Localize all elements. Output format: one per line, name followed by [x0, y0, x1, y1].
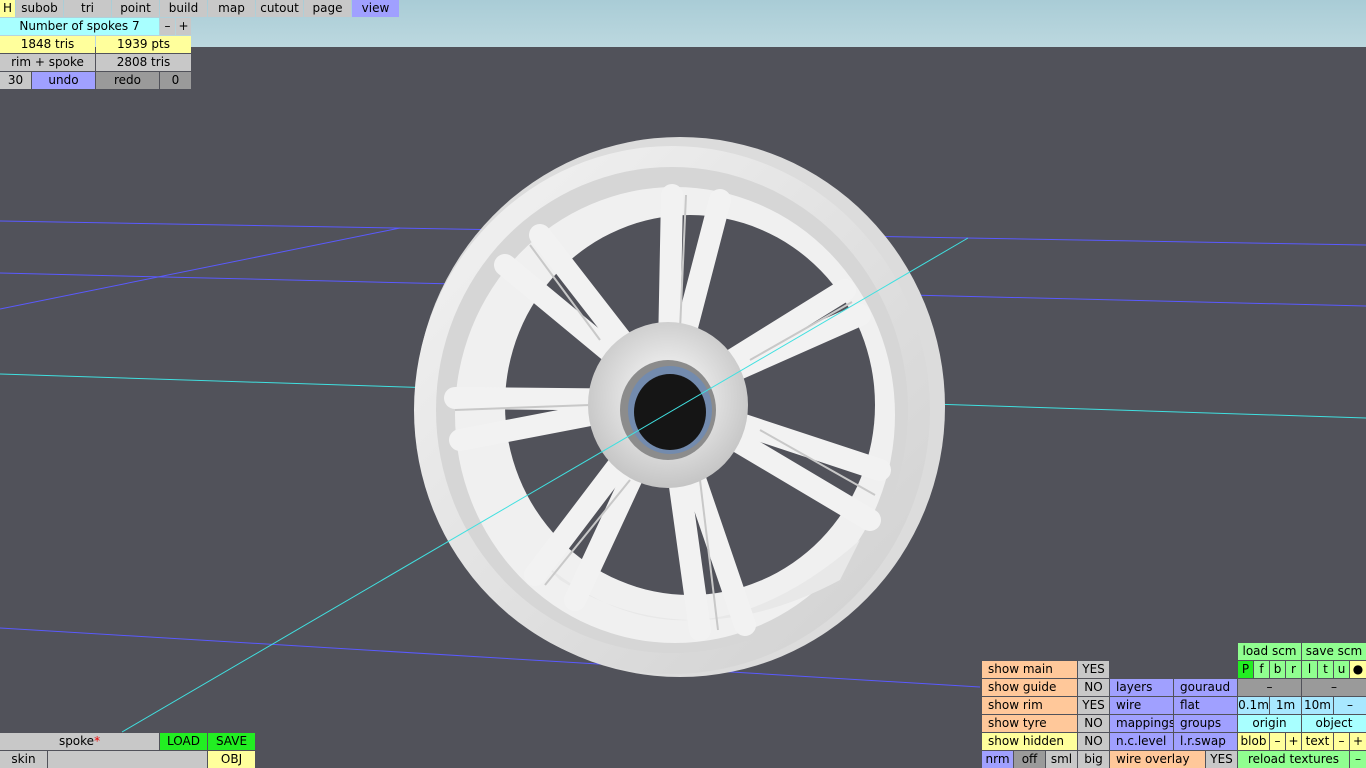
mappings-button[interactable]: mappings	[1110, 715, 1173, 732]
wire-button[interactable]: wire	[1110, 697, 1173, 714]
skin-field[interactable]	[48, 751, 207, 768]
wire-overlay-label[interactable]: wire overlay	[1110, 751, 1205, 768]
text-label: text	[1302, 733, 1333, 750]
save-scm-button[interactable]: save scm	[1302, 643, 1366, 660]
view-right-button[interactable]: r	[1286, 661, 1301, 678]
show-rim-value[interactable]: YES	[1078, 697, 1109, 714]
menu-point[interactable]: point	[112, 0, 159, 17]
load-scm-button[interactable]: load scm	[1238, 643, 1301, 660]
rim-spoke-label: rim + spoke	[0, 54, 95, 71]
blob-decrease-button[interactable]: –	[1270, 733, 1285, 750]
blob-label: blob	[1238, 733, 1269, 750]
object-name: spoke	[58, 734, 95, 748]
object-button[interactable]: object	[1302, 715, 1366, 732]
show-guide-value[interactable]: NO	[1078, 679, 1109, 696]
show-tyre-value[interactable]: NO	[1078, 715, 1109, 732]
blob-increase-button[interactable]: +	[1286, 733, 1301, 750]
menu-help[interactable]: H	[0, 0, 15, 17]
menu-tri[interactable]: tri	[64, 0, 111, 17]
grid-line	[0, 627, 981, 688]
size-big-button[interactable]: big	[1078, 751, 1109, 768]
menu-map[interactable]: map	[208, 0, 255, 17]
layers-button[interactable]: layers	[1110, 679, 1173, 696]
show-hidden-value[interactable]: NO	[1078, 733, 1109, 750]
grid-1m-button[interactable]: 1m	[1270, 697, 1301, 714]
show-main-label[interactable]: show main	[982, 661, 1077, 678]
dash-button-right[interactable]: –	[1302, 679, 1366, 696]
view-top-button[interactable]: t	[1318, 661, 1333, 678]
spokes-increase-button[interactable]: +	[176, 18, 191, 35]
menu-page[interactable]: page	[304, 0, 351, 17]
show-hidden-label[interactable]: show hidden	[982, 733, 1077, 750]
show-tyre-label[interactable]: show tyre	[982, 715, 1077, 732]
view-front-button[interactable]: f	[1254, 661, 1269, 678]
skin-button[interactable]: skin	[0, 751, 47, 768]
gouraud-button[interactable]: gouraud	[1174, 679, 1237, 696]
show-main-value[interactable]: YES	[1078, 661, 1109, 678]
obj-button[interactable]: OBJ	[208, 751, 255, 768]
undo-button[interactable]: undo	[32, 72, 95, 89]
menu-subob[interactable]: subob	[16, 0, 63, 17]
groups-button[interactable]: groups	[1174, 715, 1237, 732]
lr-swap-button[interactable]: l.r.swap	[1174, 733, 1237, 750]
menu-cutout[interactable]: cutout	[256, 0, 303, 17]
save-button[interactable]: SAVE	[208, 733, 255, 750]
view-perspective-button[interactable]: P	[1238, 661, 1253, 678]
show-guide-label[interactable]: show guide	[982, 679, 1077, 696]
spokes-decrease-button[interactable]: –	[160, 18, 175, 35]
flat-button[interactable]: flat	[1174, 697, 1237, 714]
view-left-button[interactable]: l	[1302, 661, 1317, 678]
view-under-button[interactable]: u	[1334, 661, 1349, 678]
redo-button[interactable]: redo	[96, 72, 159, 89]
object-name-field[interactable]: spoke*	[0, 733, 159, 750]
size-off-button[interactable]: off	[1014, 751, 1045, 768]
reload-textures-button[interactable]: reload textures	[1238, 751, 1349, 768]
wire-overlay-value[interactable]: YES	[1206, 751, 1237, 768]
text-decrease-button[interactable]: –	[1334, 733, 1349, 750]
rim-spoke-tris: 2808 tris	[96, 54, 191, 71]
text-increase-button[interactable]: +	[1350, 733, 1366, 750]
grid-line	[0, 227, 401, 310]
view-dot-button[interactable]: ●	[1350, 661, 1366, 678]
redo-count: 0	[160, 72, 191, 89]
origin-button[interactable]: origin	[1238, 715, 1301, 732]
load-button[interactable]: LOAD	[160, 733, 207, 750]
viewport-canvas	[0, 137, 1366, 733]
grid-minus-button[interactable]: –	[1334, 697, 1366, 714]
grid-10m-button[interactable]: 10m	[1302, 697, 1333, 714]
reload-minus-button[interactable]: –	[1350, 751, 1366, 768]
menu-view[interactable]: view	[352, 0, 399, 17]
spokes-count-label: Number of spokes 7	[0, 18, 159, 35]
grid-0-1m-button[interactable]: 0.1m	[1238, 697, 1269, 714]
show-rim-label[interactable]: show rim	[982, 697, 1077, 714]
size-nrm-button[interactable]: nrm	[982, 751, 1013, 768]
view-back-button[interactable]: b	[1270, 661, 1285, 678]
modified-indicator: *	[94, 734, 101, 748]
dash-button-left[interactable]: –	[1238, 679, 1301, 696]
tris-count: 1848 tris	[0, 36, 95, 53]
nc-level-button[interactable]: n.c.level	[1110, 733, 1173, 750]
pts-count: 1939 pts	[96, 36, 191, 53]
size-sml-button[interactable]: sml	[1046, 751, 1077, 768]
3d-viewport[interactable]	[0, 0, 1366, 768]
menu-build[interactable]: build	[160, 0, 207, 17]
undo-count: 30	[0, 72, 31, 89]
